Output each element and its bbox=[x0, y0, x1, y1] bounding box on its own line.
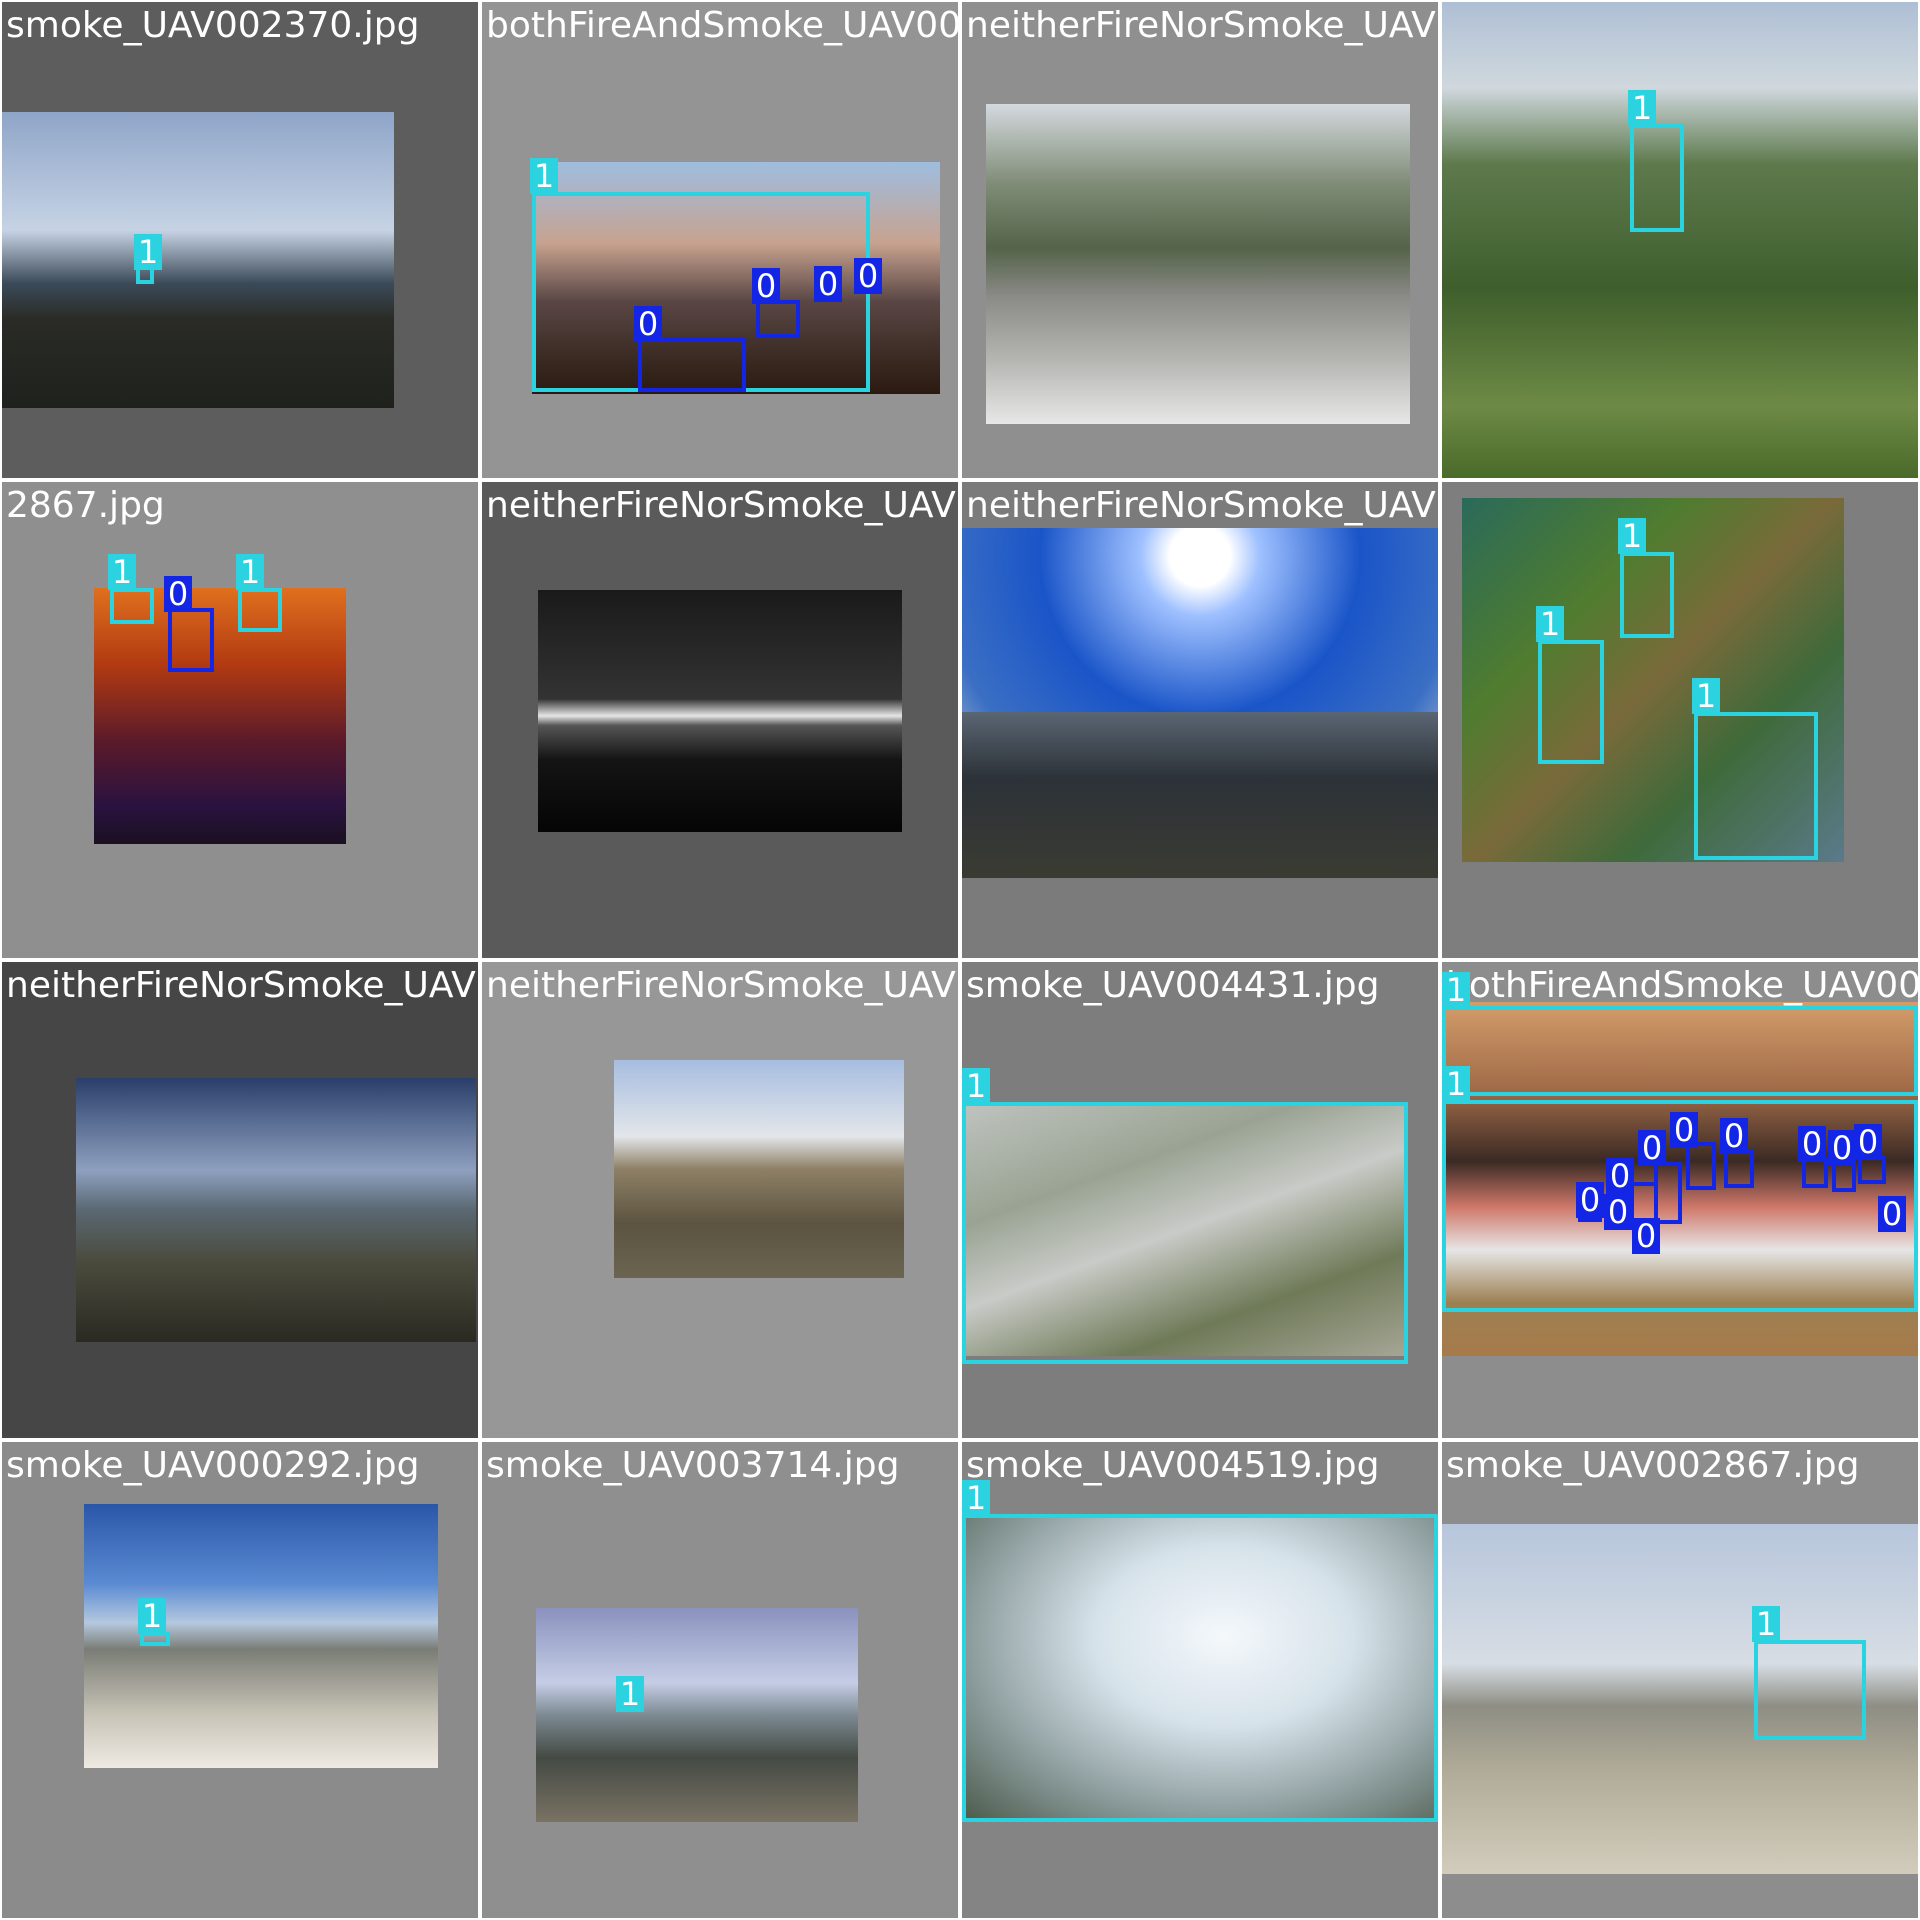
filename-15: smoke_UAV004519.jpg bbox=[966, 1445, 1380, 1486]
tile-7: neitherFireNorSmoke_UAV004871.jpg bbox=[962, 482, 1438, 958]
smoke-label: 1 bbox=[108, 554, 136, 590]
filename-10: neitherFireNorSmoke_UAV004620.jpg bbox=[486, 965, 958, 1006]
smoke-box bbox=[1694, 712, 1818, 860]
photo-6 bbox=[538, 590, 902, 832]
smoke-label: 1 bbox=[138, 1598, 166, 1634]
fire-label: 0 bbox=[1604, 1194, 1632, 1230]
smoke-label: 1 bbox=[1442, 1066, 1470, 1102]
fire-label: 0 bbox=[1720, 1118, 1748, 1154]
smoke-label: 1 bbox=[962, 1480, 990, 1516]
mosaic-grid: smoke_UAV002370.jpg 1 bothFireAndSmoke_U… bbox=[0, 0, 1920, 1920]
fire-box bbox=[638, 338, 746, 392]
smoke-label: 1 bbox=[616, 1676, 644, 1712]
tile-6: neitherFireNorSmoke_UAV007575.jpg bbox=[482, 482, 958, 958]
filename-14: smoke_UAV003714.jpg bbox=[486, 1445, 900, 1486]
fire-label: 0 bbox=[1606, 1158, 1634, 1194]
fire-label: 0 bbox=[1878, 1196, 1906, 1232]
tile-10: neitherFireNorSmoke_UAV004620.jpg bbox=[482, 962, 958, 1438]
mountain-layer bbox=[962, 712, 1438, 878]
filename-12: bothFireAndSmoke_UAV005 bbox=[1446, 965, 1918, 1006]
filename-11: smoke_UAV004431.jpg bbox=[966, 965, 1380, 1006]
filename-16: smoke_UAV002867.jpg bbox=[1446, 1445, 1860, 1486]
tile-12: bothFireAndSmoke_UAV005 1 1 0 0 0 0 0 0 … bbox=[1442, 962, 1918, 1438]
tile-3: neitherFireNorSmoke_UAV005919.jpg bbox=[962, 2, 1438, 478]
fire-box bbox=[756, 300, 800, 338]
fire-label: 0 bbox=[1638, 1130, 1666, 1166]
filename-13: smoke_UAV000292.jpg bbox=[6, 1445, 420, 1486]
smoke-label: 1 bbox=[1752, 1606, 1780, 1642]
fire-box bbox=[1654, 1162, 1682, 1224]
fire-label: 0 bbox=[814, 266, 842, 302]
fire-box bbox=[1724, 1150, 1754, 1188]
smoke-label: 1 bbox=[134, 234, 162, 270]
photo-10 bbox=[614, 1060, 904, 1278]
photo-14 bbox=[536, 1608, 858, 1822]
smoke-label: 1 bbox=[530, 158, 558, 194]
smoke-label: 1 bbox=[962, 1068, 990, 1104]
tile-9: neitherFireNorSmoke_UAV005068.jpg bbox=[2, 962, 478, 1438]
photo-3 bbox=[986, 104, 1410, 424]
tile-2: bothFireAndSmoke_UAV005178.jpg 1 0 0 0 0 bbox=[482, 2, 958, 478]
filename-1: smoke_UAV002370.jpg bbox=[6, 5, 420, 46]
filename-6: neitherFireNorSmoke_UAV007575.jpg bbox=[486, 485, 958, 526]
tile-13: smoke_UAV000292.jpg 1 bbox=[2, 1442, 478, 1918]
fire-box bbox=[168, 608, 214, 672]
fire-label: 0 bbox=[1670, 1112, 1698, 1148]
tile-16: smoke_UAV002867.jpg 1 bbox=[1442, 1442, 1918, 1918]
fire-label: 0 bbox=[1632, 1218, 1660, 1254]
smoke-box bbox=[962, 1514, 1438, 1822]
smoke-box bbox=[962, 1102, 1408, 1364]
smoke-box bbox=[1630, 124, 1684, 232]
smoke-box bbox=[1620, 552, 1674, 638]
smoke-box bbox=[110, 588, 154, 624]
fire-label: 0 bbox=[164, 576, 192, 612]
tile-4: 1 bbox=[1442, 2, 1918, 478]
tile-8: 1 1 1 bbox=[1442, 482, 1918, 958]
smoke-label: 1 bbox=[1442, 972, 1470, 1008]
filename-3: neitherFireNorSmoke_UAV005919.jpg bbox=[966, 5, 1438, 46]
filename-9: neitherFireNorSmoke_UAV005068.jpg bbox=[6, 965, 478, 1006]
smoke-label: 1 bbox=[1692, 678, 1720, 714]
tile-14: smoke_UAV003714.jpg 1 bbox=[482, 1442, 958, 1918]
smoke-box bbox=[1538, 640, 1604, 764]
photo-9 bbox=[76, 1078, 476, 1342]
filename-2: bothFireAndSmoke_UAV005178.jpg bbox=[486, 5, 958, 46]
photo-13 bbox=[84, 1504, 438, 1768]
smoke-label: 1 bbox=[236, 554, 264, 590]
tile-11: smoke_UAV004431.jpg 1 bbox=[962, 962, 1438, 1438]
smoke-box bbox=[1442, 1006, 1918, 1096]
photo-1 bbox=[2, 112, 394, 408]
fire-label: 0 bbox=[1798, 1126, 1826, 1162]
smoke-label: 1 bbox=[1536, 606, 1564, 642]
fire-box bbox=[1686, 1142, 1716, 1190]
fire-label: 0 bbox=[1854, 1124, 1882, 1160]
fire-label: 0 bbox=[634, 306, 662, 342]
photo-5 bbox=[94, 588, 346, 844]
tile-15: smoke_UAV004519.jpg 1 bbox=[962, 1442, 1438, 1918]
fire-label: 0 bbox=[1828, 1130, 1856, 1166]
photo-4 bbox=[1442, 2, 1918, 478]
smoke-label: 1 bbox=[1618, 518, 1646, 554]
filename-7: neitherFireNorSmoke_UAV004871.jpg bbox=[966, 485, 1438, 526]
tile-5: 2867.jpg 1 1 0 bbox=[2, 482, 478, 958]
fire-label: 0 bbox=[854, 258, 882, 294]
smoke-box bbox=[1754, 1640, 1866, 1740]
tile-1: smoke_UAV002370.jpg 1 bbox=[2, 2, 478, 478]
fire-label: 0 bbox=[752, 268, 780, 304]
smoke-box bbox=[238, 588, 282, 632]
filename-5: 2867.jpg bbox=[6, 485, 165, 526]
smoke-label: 1 bbox=[1628, 90, 1656, 126]
fire-label: 0 bbox=[1576, 1182, 1604, 1218]
